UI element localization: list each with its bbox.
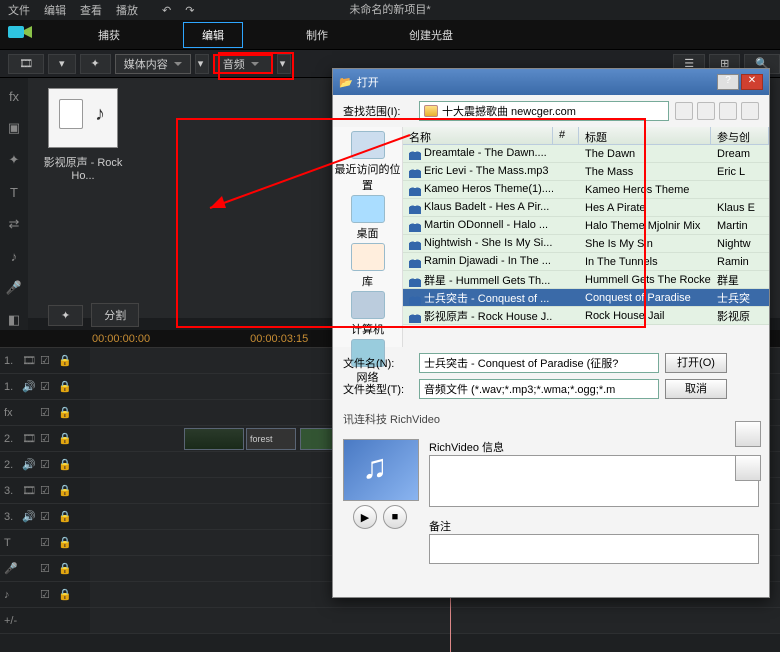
tab-disc[interactable]: 创建光盘 — [391, 23, 471, 47]
close-button[interactable]: ✕ — [741, 74, 763, 90]
room-pip-icon[interactable]: ✦ — [80, 54, 111, 74]
place-recent[interactable]: 最近访问的位置 — [333, 131, 402, 193]
clip-video[interactable] — [184, 428, 244, 450]
particle-room-icon[interactable]: ✦ — [4, 150, 24, 170]
file-list-header[interactable]: 名称 # 标题 参与创 — [403, 127, 769, 145]
up-icon[interactable] — [697, 102, 715, 120]
thumb-label: 影视原声 - Rock Ho... — [38, 154, 128, 182]
pip-room-icon[interactable]: ▣ — [4, 118, 24, 138]
file-row[interactable]: Martin ODonnell - Halo ...Halo Theme Mjo… — [403, 217, 769, 235]
place-desktop[interactable]: 桌面 — [351, 195, 385, 241]
file-row[interactable]: Klaus Badelt - Hes A Pir...Hes A PirateK… — [403, 199, 769, 217]
remark-text[interactable] — [429, 534, 759, 564]
filename-label: 文件名(N): — [343, 355, 413, 371]
open-button[interactable]: 打开(O) — [665, 353, 727, 373]
voice-room-icon[interactable]: 🎤 — [4, 278, 24, 298]
help-button[interactable]: ? — [717, 74, 739, 90]
undo-icon[interactable]: ↶ — [162, 4, 171, 17]
split-button[interactable]: 分割 — [91, 303, 139, 327]
places-bar: 最近访问的位置 桌面 库 计算机 网络 — [333, 127, 403, 347]
dialog-icon: 📂 — [339, 76, 353, 89]
folder-icon — [424, 105, 438, 117]
place-computer[interactable]: 计算机 — [351, 291, 385, 337]
title-room-icon[interactable]: T — [4, 182, 24, 202]
brand-label: 讯连科技 RichVideo — [333, 405, 769, 433]
menu-edit[interactable]: 编辑 — [44, 2, 66, 18]
audio-filter-dropdown[interactable]: 音频 — [213, 54, 273, 74]
file-row[interactable]: Eric Levi - The Mass.mp3The MassEric L — [403, 163, 769, 181]
richvideo-info-label: RichVideo 信息 — [429, 439, 759, 455]
chapter-room-icon[interactable]: ◧ — [4, 310, 24, 330]
cancel-button[interactable]: 取消 — [665, 379, 727, 399]
file-row[interactable]: 士兵突击 - Conquest of ...Conquest of Paradi… — [403, 289, 769, 307]
media-type-dropdown[interactable]: 媒体内容 — [115, 54, 191, 74]
main-tabs: 捕获 编辑 制作 创建光盘 — [0, 20, 780, 50]
file-row[interactable]: Kameo Heros Theme(1)....Kameo Heros Them… — [403, 181, 769, 199]
lookin-label: 查找范围(I): — [343, 103, 413, 119]
menubar: 文件 编辑 查看 播放 ↶ ↷ — [0, 0, 780, 20]
file-row[interactable]: 群星 - Hummell Gets Th...Hummell Gets The … — [403, 271, 769, 289]
room-media-icon[interactable]: 🎞 — [8, 54, 44, 74]
file-row[interactable]: Dreamtale - The Dawn....The DawnDream — [403, 145, 769, 163]
audio-file-icon — [48, 88, 118, 148]
dialog-title: 打开 — [357, 74, 379, 90]
menu-view[interactable]: 查看 — [80, 2, 102, 18]
tab-produce[interactable]: 制作 — [288, 23, 346, 47]
media-dropdown-arrow[interactable]: ▾ — [195, 54, 209, 74]
audio-dropdown-arrow[interactable]: ▾ — [277, 54, 291, 74]
dialog-titlebar[interactable]: 📂 打开 ? ✕ — [333, 69, 769, 95]
audio-room-icon[interactable]: ♪ — [4, 246, 24, 266]
info-clear-button[interactable] — [735, 455, 761, 481]
room-strip: fx ▣ ✦ T ⇄ ♪ 🎤 ◧ 💬 — [0, 78, 28, 370]
play-button[interactable]: ▶ — [353, 505, 377, 529]
track-add[interactable]: +/- — [0, 608, 780, 634]
filetype-label: 文件类型(T): — [343, 381, 413, 397]
newfolder-icon[interactable] — [719, 102, 737, 120]
views-icon[interactable] — [741, 102, 759, 120]
transition-room-icon[interactable]: ⇄ — [4, 214, 24, 234]
fx-room-icon[interactable]: fx — [4, 86, 24, 106]
file-row[interactable]: Ramin Djawadi - In The ...In The Tunnels… — [403, 253, 769, 271]
file-row[interactable]: 影视原声 - Rock House J...Rock House Jail影视原 — [403, 307, 769, 325]
media-thumb[interactable]: 影视原声 - Rock Ho... — [38, 88, 128, 182]
tab-edit[interactable]: 编辑 — [183, 22, 243, 48]
magic-button[interactable]: ✦ — [48, 305, 83, 326]
timeline-toolbar: ✦ 分割 — [28, 300, 139, 330]
back-icon[interactable] — [675, 102, 693, 120]
file-row[interactable]: Nightwish - She Is My Si...She Is My Sin… — [403, 235, 769, 253]
preview-thumb — [343, 439, 419, 501]
place-library[interactable]: 库 — [351, 243, 385, 289]
remark-label: 备注 — [429, 518, 759, 534]
file-list: 名称 # 标题 参与创 Dreamtale - The Dawn....The … — [403, 127, 769, 347]
room-fx-icon[interactable]: ▾ — [48, 54, 76, 74]
menu-play[interactable]: 播放 — [116, 2, 138, 18]
filetype-combo[interactable]: 音频文件 (*.wav;*.mp3;*.wma;*.ogg;*.m — [419, 379, 659, 399]
clip-text[interactable]: forest — [246, 428, 296, 450]
stop-button[interactable]: ■ — [383, 505, 407, 529]
richvideo-info-text[interactable] — [429, 455, 759, 507]
app-logo-icon — [6, 22, 34, 42]
tab-capture[interactable]: 捕获 — [80, 23, 138, 47]
lookin-combo[interactable]: 十大震撼歌曲 newcger.com — [419, 101, 669, 121]
info-edit-button[interactable] — [735, 421, 761, 447]
menu-file[interactable]: 文件 — [8, 2, 30, 18]
filename-input[interactable]: 士兵突击 - Conquest of Paradise (征服? — [419, 353, 659, 373]
redo-icon[interactable]: ↷ — [185, 4, 194, 17]
open-dialog: 📂 打开 ? ✕ 查找范围(I): 十大震撼歌曲 newcger.com 最近访… — [332, 68, 770, 598]
